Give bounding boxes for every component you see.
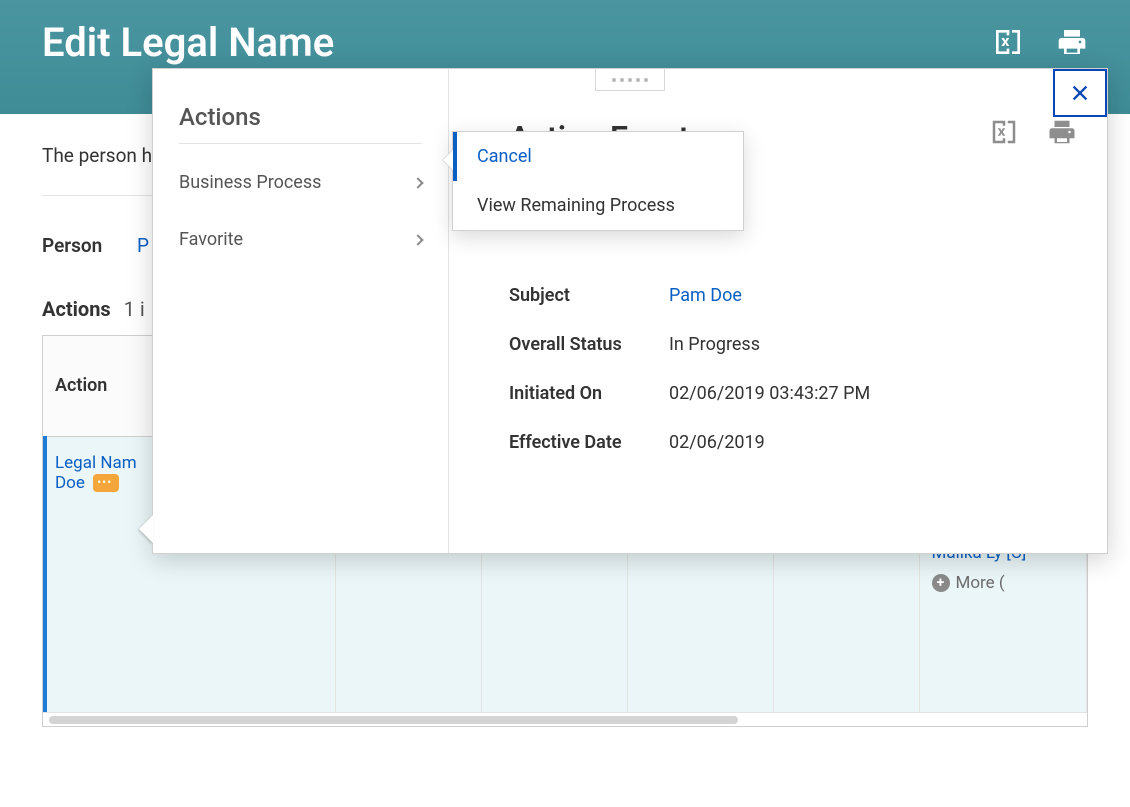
business-process-submenu: Cancel View Remaining Process	[452, 131, 744, 231]
chevron-right-icon	[412, 177, 423, 188]
actions-label: Actions	[42, 297, 111, 321]
detail-toolbar	[989, 117, 1077, 151]
header-actions	[992, 26, 1088, 58]
related-actions-icon[interactable]	[93, 474, 119, 492]
more-label: More (	[956, 573, 1005, 593]
scrollbar-thumb[interactable]	[49, 716, 738, 724]
effective-value: 02/06/2019	[669, 432, 1053, 453]
horizontal-scrollbar[interactable]	[43, 712, 1087, 726]
detail-fields: Subject Pam Doe Overall Status In Progre…	[509, 285, 1053, 453]
row-selection-marker	[43, 436, 47, 726]
subject-value[interactable]: Pam Doe	[669, 285, 1053, 306]
print-icon[interactable]	[1047, 117, 1077, 151]
actions-nav-title: Actions	[179, 103, 422, 144]
status-label: Overall Status	[509, 334, 669, 355]
export-excel-icon[interactable]	[992, 26, 1024, 58]
person-label: Person	[42, 234, 102, 257]
nav-business-process[interactable]: Business Process	[179, 154, 422, 211]
more-link[interactable]: + More (	[932, 573, 1075, 593]
subject-label: Subject	[509, 285, 669, 306]
nav-item-label: Business Process	[179, 172, 321, 193]
menu-cancel[interactable]: Cancel	[453, 132, 743, 181]
chevron-right-icon	[412, 234, 423, 245]
initiated-label: Initiated On	[509, 383, 669, 404]
submenu-pointer-icon	[443, 150, 453, 170]
initiated-value: 02/06/2019 03:43:27 PM	[669, 383, 1053, 404]
actions-count: 1 i	[124, 297, 145, 321]
actions-nav: Actions Business Process Favorite	[153, 69, 449, 553]
popup-pointer-icon	[139, 515, 153, 543]
nav-item-label: Favorite	[179, 229, 243, 250]
print-icon[interactable]	[1056, 26, 1088, 58]
export-excel-icon[interactable]	[989, 117, 1019, 151]
plus-circle-icon: +	[932, 574, 950, 592]
person-link[interactable]: P	[137, 234, 149, 257]
menu-view-remaining-process[interactable]: View Remaining Process	[453, 181, 743, 230]
page-title: Edit Legal Name	[42, 19, 334, 66]
effective-label: Effective Date	[509, 432, 669, 453]
nav-favorite[interactable]: Favorite	[179, 211, 422, 268]
status-value: In Progress	[669, 334, 1053, 355]
